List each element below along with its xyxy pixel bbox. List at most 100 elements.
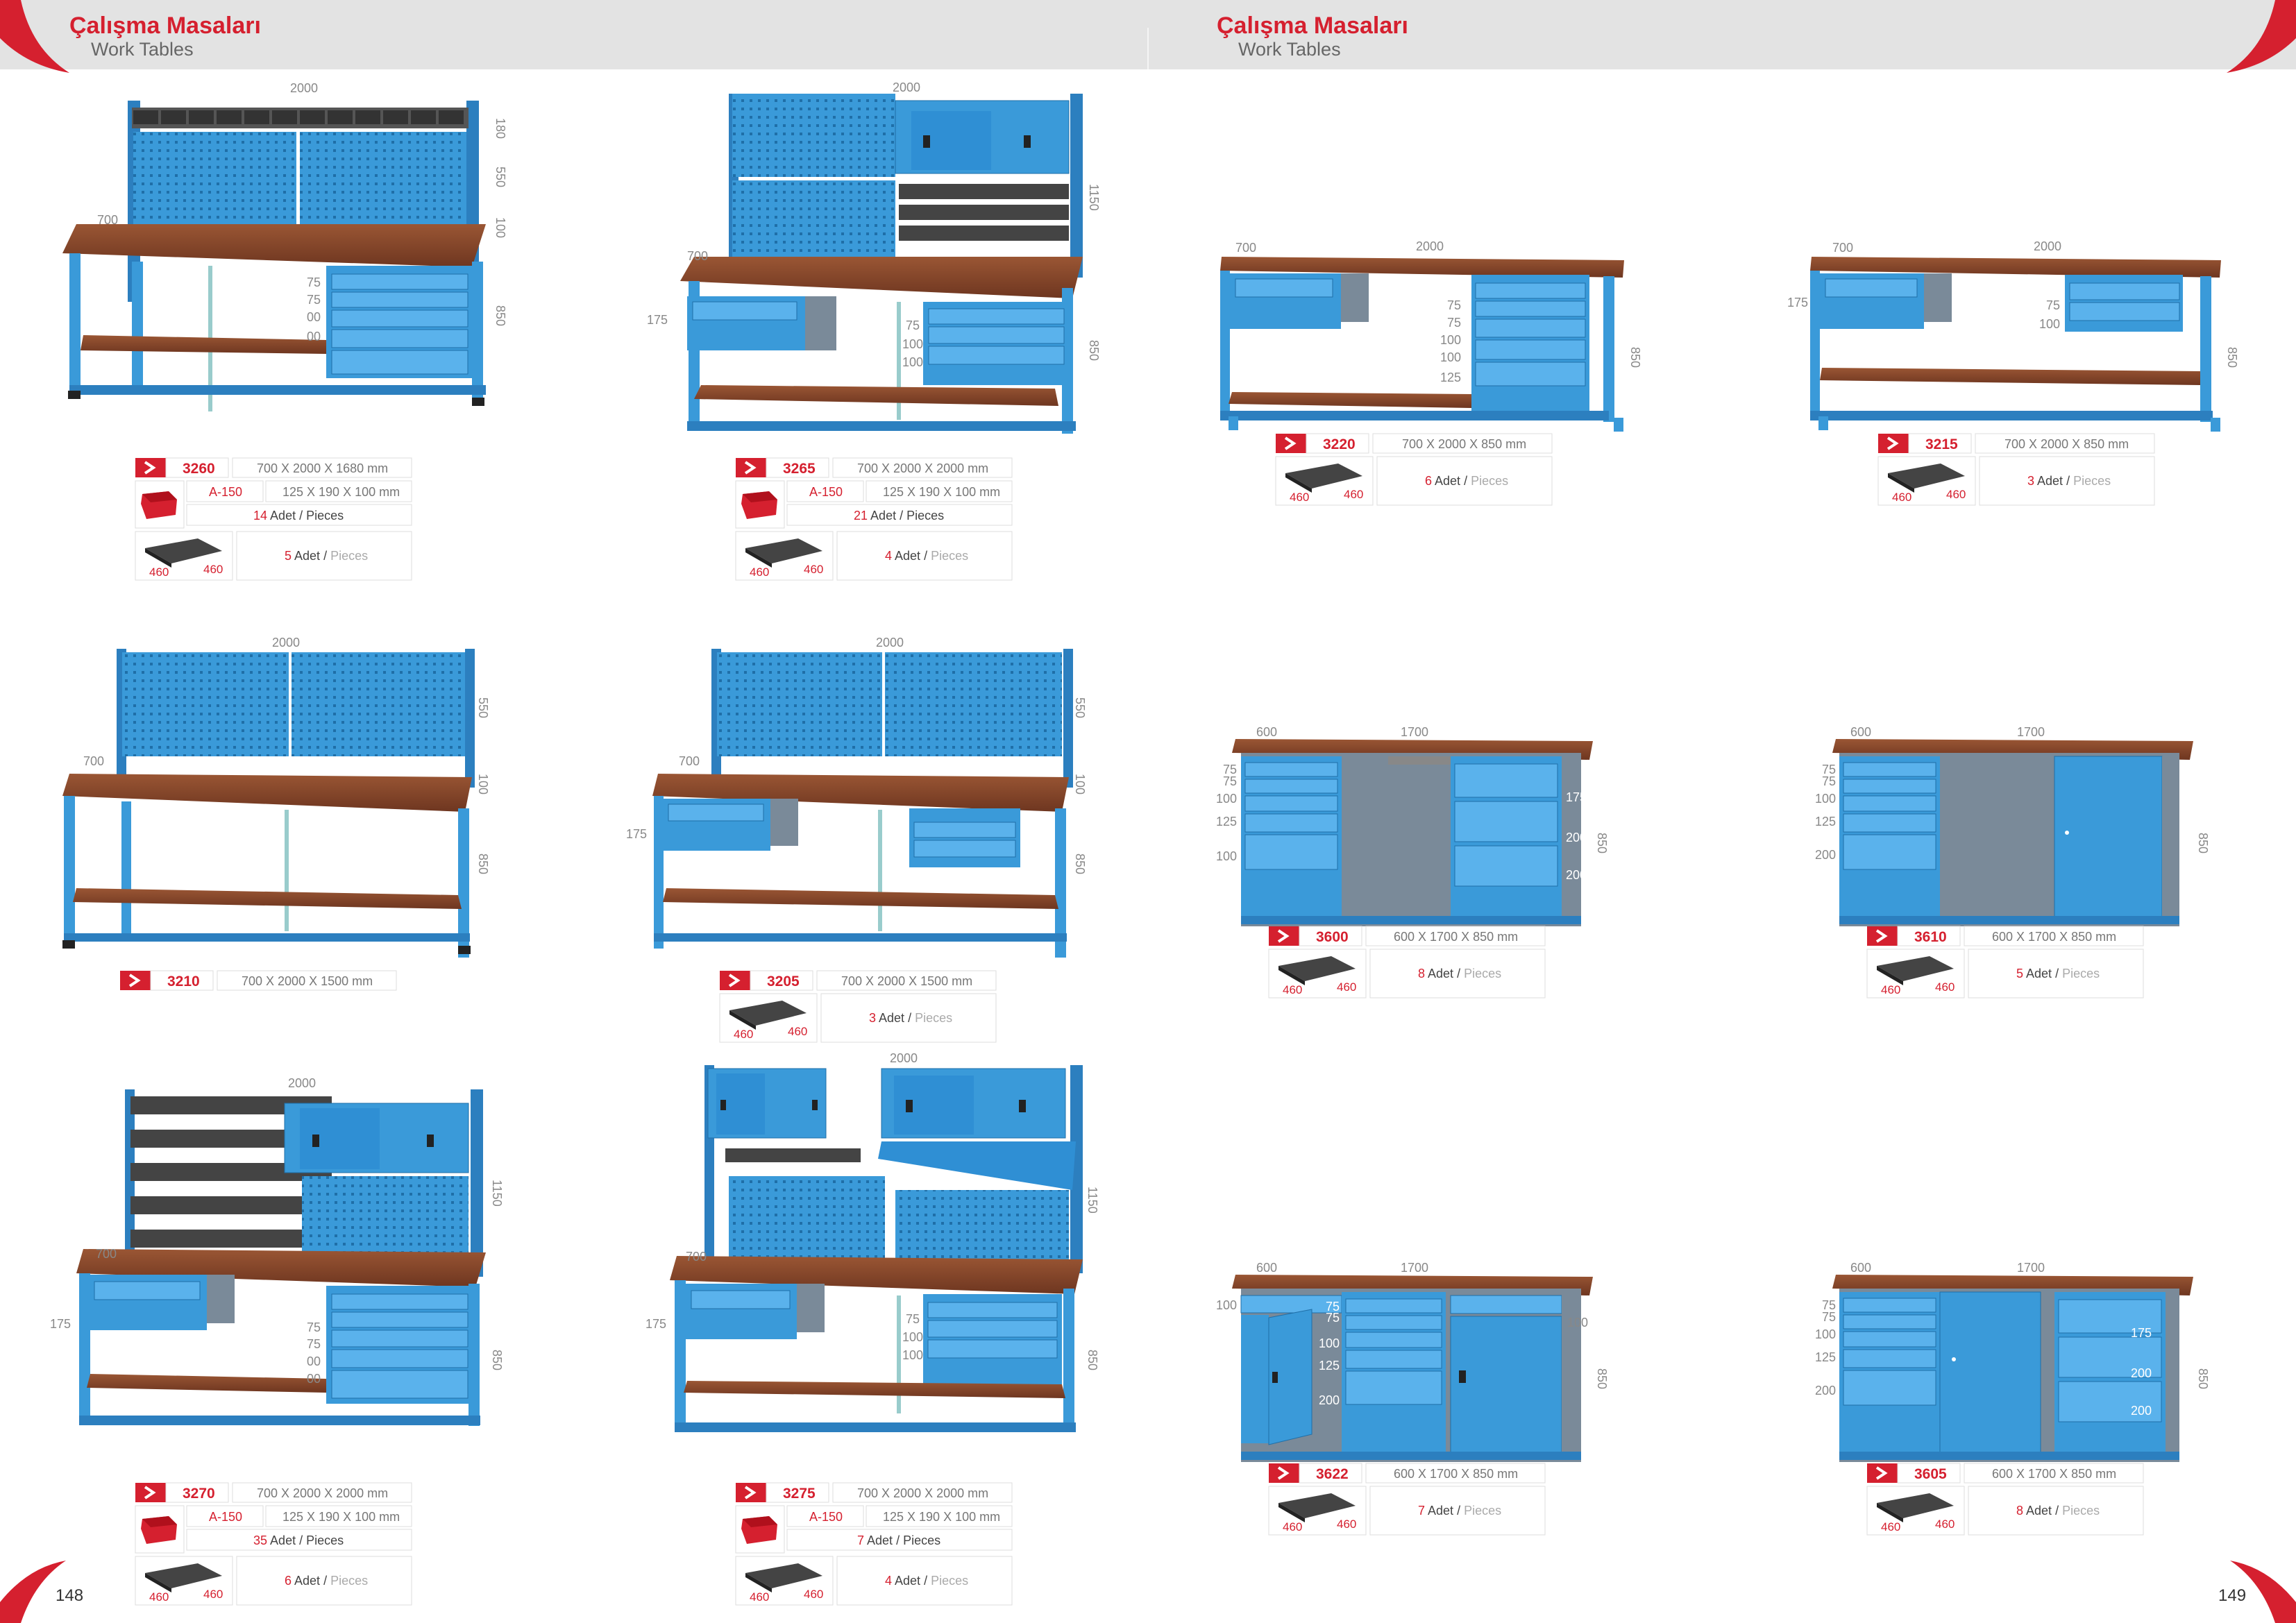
page-divider (1147, 28, 1149, 69)
spec-card-3260: 3260 700 X 2000 X 1680 mm A-150 125 X 19… (135, 457, 412, 581)
dim-m4: 125 (1319, 1359, 1340, 1373)
svg-text:14 Adet / Pieces: 14 Adet / Pieces (253, 509, 344, 522)
dim-depth: 700 (97, 213, 118, 227)
product-size: 700 X 2000 X 1500 mm (242, 974, 373, 988)
bench-3610-image: 1700 600 850 75 75 100 125 200 (1815, 725, 2210, 926)
dim-l4: 125 (1815, 1350, 1836, 1364)
dim-dr3: 00 (307, 310, 321, 324)
product-size: 700 X 2000 X 2000 mm (257, 1486, 388, 1500)
page-header: Çalışma Masaları Work Tables Çalışma Mas… (0, 0, 2296, 69)
dim-l5: 100 (1216, 849, 1237, 863)
svg-text:460: 460 (149, 1590, 169, 1604)
tray-qty: 5 (285, 549, 292, 563)
dim-850: 850 (476, 853, 490, 874)
product-code: 3622 (1316, 1466, 1349, 1482)
bench-3210-image: 2000 700 550 100 850 (62, 636, 490, 958)
svg-text:460: 460 (750, 1590, 769, 1604)
bench-3270-image: 2000 700 1150 850 175 75 75 00 00 125 (50, 1076, 504, 1426)
tray-qty: 8 (1418, 967, 1425, 980)
dim-dr1: 75 (307, 1320, 321, 1334)
dim-100: 100 (493, 217, 507, 238)
svg-text:7 Adet / Pieces: 7 Adet / Pieces (1418, 1504, 1501, 1518)
svg-text:460: 460 (804, 563, 823, 576)
bin-code: A-150 (209, 1510, 242, 1524)
tray-qty: 8 (2016, 1504, 2023, 1518)
product-code: 3210 (167, 974, 200, 989)
dim-width: 2000 (272, 636, 300, 649)
svg-text:5 Adet / Pieces: 5 Adet / Pieces (285, 549, 368, 563)
svg-text:3 Adet / Pieces: 3 Adet / Pieces (2027, 474, 2111, 488)
dim-m3: 100 (1319, 1336, 1340, 1350)
dim-850: 850 (2196, 833, 2210, 853)
tray-qty: 5 (2016, 967, 2023, 980)
product-code: 3220 (1323, 436, 1356, 452)
dim-width: 2000 (2034, 239, 2061, 253)
dim-depth: 600 (1256, 1261, 1277, 1275)
dim-r3: 200 (2131, 1404, 2152, 1418)
bin-qty: 21 (854, 509, 868, 522)
tray-qty: 3 (2027, 474, 2034, 488)
dim-l3: 100 (1815, 1327, 1836, 1341)
dim-dr4: 100 (1440, 350, 1461, 364)
dim-depth: 700 (687, 249, 708, 263)
dim-dr2: 75 (1447, 316, 1461, 330)
svg-text:460: 460 (804, 1588, 823, 1601)
svg-text:7 Adet / Pieces: 7 Adet / Pieces (857, 1533, 940, 1547)
dim-dr3: 100 (902, 355, 923, 369)
spec-card-3270: 3270 700 X 2000 X 2000 mm A-150 125 X 19… (135, 1482, 412, 1606)
tray-dim-1: 460 (149, 566, 169, 579)
spec-card-3210: 3210 700 X 2000 X 1500 mm (120, 970, 397, 991)
bench-3605-image: 1700 600 850 75 75 100 125 200 175 200 2… (1815, 1261, 2210, 1462)
bin-code: A-150 (209, 485, 242, 499)
adet-label: Adet (270, 509, 296, 522)
dim-l1: 100 (1216, 1298, 1237, 1312)
dim-1150: 1150 (1086, 1187, 1099, 1214)
product-code: 3205 (767, 974, 800, 989)
bin-size: 125 X 190 X 100 mm (883, 485, 1000, 499)
spec-card-3622: 3622 600 X 1700 X 850 mm 460 460 7 Adet … (1268, 1463, 1546, 1536)
svg-text:460: 460 (734, 1028, 753, 1041)
dim-850: 850 (493, 305, 507, 326)
dim-dr2: 100 (902, 1330, 923, 1344)
svg-text:21 Adet / Pieces: 21 Adet / Pieces (854, 509, 944, 522)
svg-text:460: 460 (1337, 980, 1356, 994)
bin-code: A-150 (809, 1510, 843, 1524)
dim-r3: 200 (1566, 868, 1587, 882)
dim-dr1: 75 (906, 1312, 920, 1326)
dim-dr1: 75 (2046, 298, 2060, 312)
dim-dr2: 100 (902, 337, 923, 351)
dim-dr3: 100 (1440, 333, 1461, 347)
dim-depth: 600 (1850, 725, 1871, 739)
dim-dr4: 00 (307, 1372, 321, 1386)
product-size: 700 X 2000 X 2000 mm (857, 461, 988, 475)
svg-text:460: 460 (1881, 1520, 1900, 1533)
spec-card-3610: 3610 600 X 1700 X 850 mm 460 460 5 Adet … (1866, 926, 2144, 999)
dim-depth: 700 (679, 754, 700, 768)
product-code: 3275 (783, 1486, 816, 1502)
product-size: 700 X 2000 X 850 mm (1402, 437, 1526, 451)
dim-dr2: 75 (307, 293, 321, 307)
dim-850: 850 (1086, 1350, 1099, 1370)
dim-left: 175 (645, 1317, 666, 1331)
dim-1150: 1150 (1087, 184, 1101, 211)
svg-text:8 Adet / Pieces: 8 Adet / Pieces (1418, 967, 1501, 980)
dim-m5: 200 (1319, 1393, 1340, 1407)
tray-qty: 4 (885, 1574, 892, 1588)
dim-width: 2000 (890, 1051, 918, 1065)
product-code: 3215 (1925, 436, 1958, 452)
dim-1150: 1150 (490, 1180, 504, 1207)
svg-text:460: 460 (1283, 983, 1302, 996)
dim-left: 175 (50, 1317, 71, 1331)
product-size: 700 X 2000 X 2000 mm (857, 1486, 988, 1500)
dim-dr4: 00 (307, 330, 321, 343)
svg-text:4 Adet / Pieces: 4 Adet / Pieces (885, 1574, 968, 1588)
tray-qty: 4 (885, 549, 892, 563)
bench-3205-image: 2000 700 550 100 850 175 (626, 636, 1087, 958)
dim-dr3: 100 (902, 1348, 923, 1362)
dim-dr5: 125 (303, 1397, 323, 1411)
svg-text:35 Adet / Pieces: 35 Adet / Pieces (253, 1533, 344, 1547)
product-code: 3600 (1316, 929, 1349, 945)
svg-text:460: 460 (203, 1588, 223, 1601)
dim-width: 2000 (893, 80, 920, 94)
svg-text:460: 460 (1946, 488, 1966, 501)
